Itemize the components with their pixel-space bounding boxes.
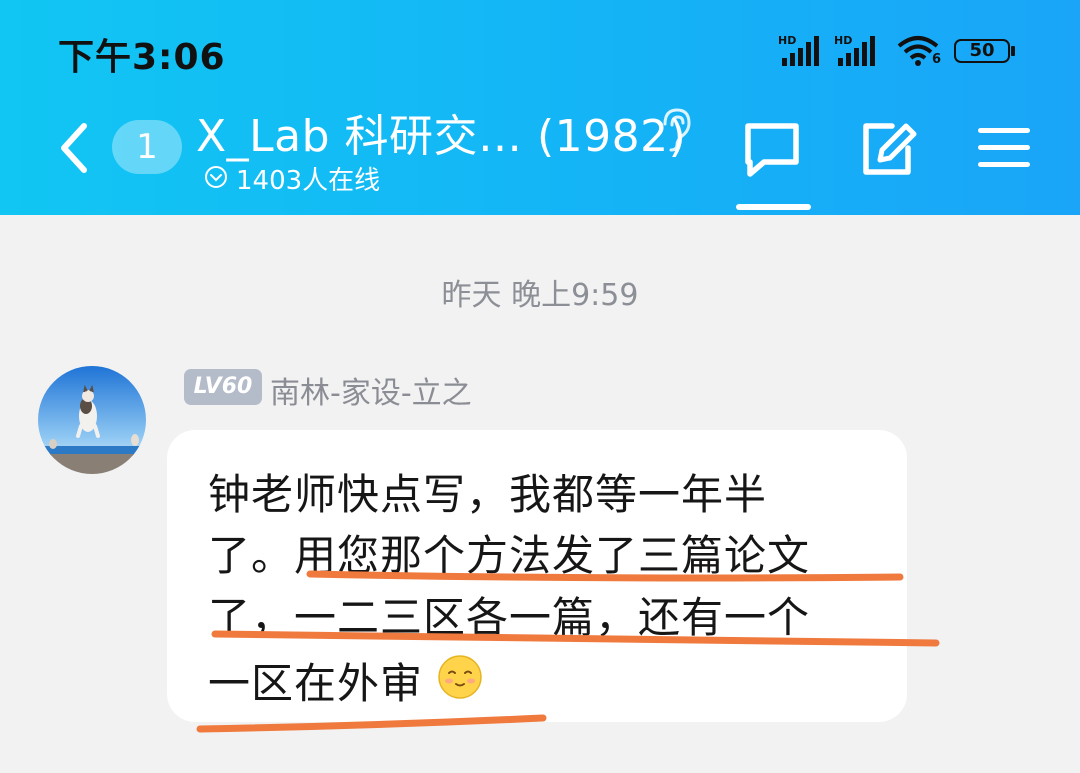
online-chevron-circle-icon: [205, 166, 227, 188]
status-icons: HD HD 6 50: [778, 34, 1018, 68]
battery-level: 50: [954, 39, 1010, 63]
sender-name[interactable]: 南林-家设-立之: [270, 368, 472, 412]
cell-signal-icon: HD: [778, 34, 828, 68]
status-time: 下午3:06: [58, 37, 226, 78]
hd-label-2: HD: [834, 34, 853, 47]
group-title[interactable]: X_Lab 科研交… (1982): [196, 100, 686, 164]
message-line-4: 一区在外审: [208, 659, 424, 708]
smile-face-emoji-icon: [437, 654, 483, 700]
active-tab-underline: [736, 204, 811, 210]
message-line-3: 了，一二三区各一篇，还有一个: [208, 593, 811, 642]
hd-label: HD: [778, 34, 797, 47]
chat-header: 下午3:06 HD HD 6 50 1 X_Lab 科研交… (1982) 14…: [0, 0, 1080, 215]
chat-bubble-icon[interactable]: [740, 120, 804, 180]
message-timestamp: 昨天 晚上9:59: [441, 278, 639, 313]
cell-signal-icon-2: HD: [834, 34, 884, 68]
unread-count-badge[interactable]: 1: [112, 120, 182, 174]
level-badge: LV60: [184, 369, 262, 405]
ear-icon[interactable]: [655, 106, 695, 152]
battery-tip: [1011, 46, 1015, 56]
avatar[interactable]: [38, 366, 146, 474]
message-line-1: 钟老师快点写，我都等一年半: [208, 470, 768, 519]
wifi-6-label: 6: [932, 52, 942, 67]
online-count: 1403人在线: [236, 166, 381, 196]
back-chevron-icon[interactable]: [52, 120, 98, 176]
wifi-icon: 6: [896, 34, 942, 68]
message-line-2: 了。用您那个方法发了三篇论文: [208, 531, 811, 580]
edit-post-icon[interactable]: [860, 120, 918, 178]
menu-icon[interactable]: [976, 124, 1032, 172]
